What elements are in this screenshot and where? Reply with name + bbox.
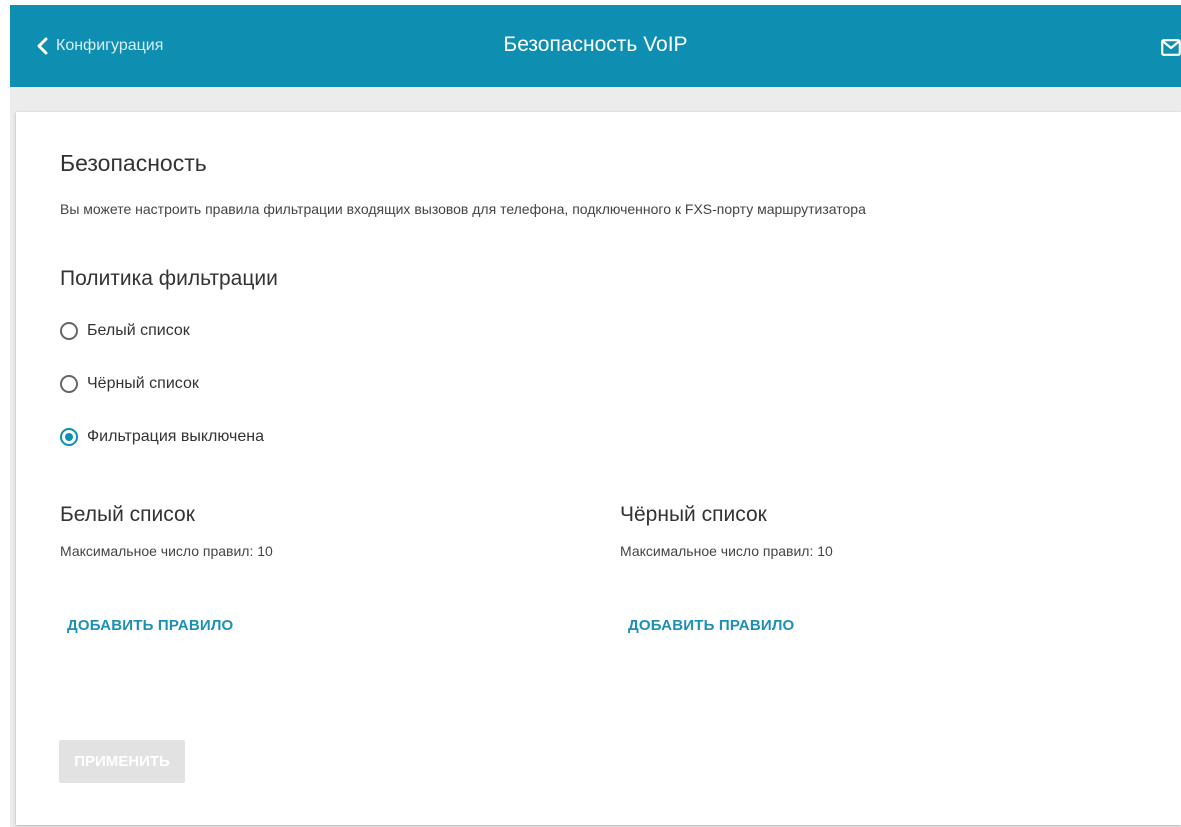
radio-filter-off[interactable]: Фильтрация выключена (60, 425, 264, 449)
page-title: Безопасность VoIP (503, 33, 688, 56)
policy-title: Политика фильтрации (60, 267, 278, 290)
blacklist-add-rule-button[interactable]: ДОБАВИТЬ ПРАВИЛО (628, 617, 794, 634)
radio-label: Белый список (87, 322, 190, 339)
mail-button[interactable] (1161, 39, 1181, 56)
whitelist-title: Белый список (60, 503, 195, 526)
security-title: Безопасность (60, 150, 207, 176)
blacklist-max-rules: Максимальное число правил: 10 (620, 543, 833, 559)
settings-card (16, 112, 1181, 825)
radio-whitelist[interactable]: Белый список (60, 319, 190, 343)
radio-circle[interactable] (60, 375, 78, 393)
top-bar: Конфигурация Безопасность VoIP (10, 5, 1181, 87)
apply-button[interactable]: ПРИМЕНИТЬ (59, 740, 185, 783)
radio-blacklist[interactable]: Чёрный список (60, 372, 199, 396)
radio-circle[interactable] (60, 322, 78, 340)
security-description: Вы можете настроить правила фильтрации в… (60, 201, 866, 217)
radio-circle-selected[interactable] (60, 428, 78, 446)
radio-label: Чёрный список (87, 375, 199, 392)
blacklist-title: Чёрный список (620, 503, 767, 526)
radio-label: Фильтрация выключена (87, 428, 264, 445)
mail-icon (1161, 39, 1181, 56)
whitelist-max-rules: Максимальное число правил: 10 (60, 543, 273, 559)
whitelist-add-rule-button[interactable]: ДОБАВИТЬ ПРАВИЛО (67, 617, 233, 634)
